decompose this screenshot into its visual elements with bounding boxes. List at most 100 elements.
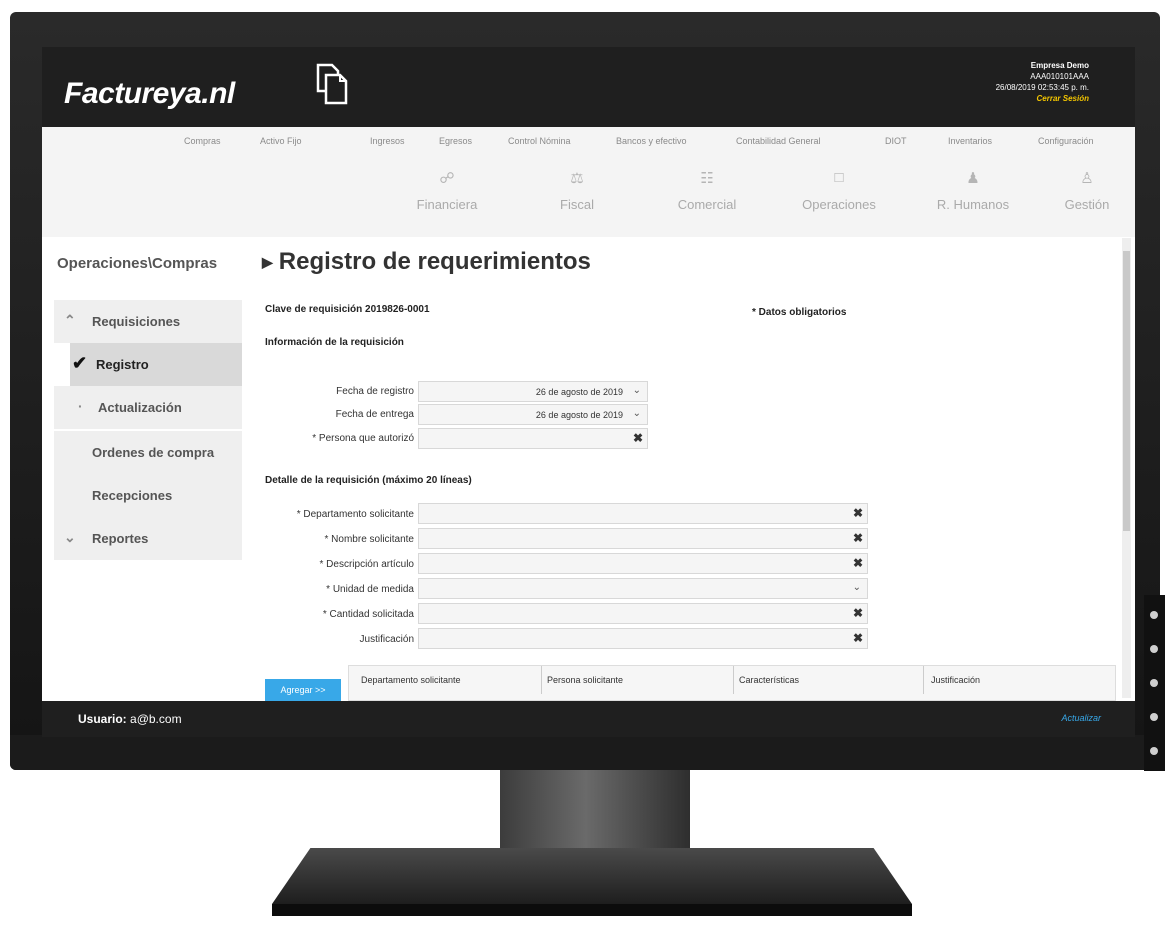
documents-logo-icon bbox=[316, 63, 348, 105]
monitor-button[interactable] bbox=[1150, 713, 1158, 721]
sidebar-item-ordenes-de-compra[interactable]: Ordenes de compra bbox=[54, 431, 242, 474]
fecha-registro-label: Fecha de registro bbox=[336, 386, 414, 397]
persona-autorizo-input[interactable]: ✖ bbox=[418, 428, 648, 449]
monitor-button[interactable] bbox=[1150, 611, 1158, 619]
table-header[interactable]: Justificación bbox=[931, 675, 980, 685]
current-user: Usuario: a@b.com bbox=[78, 712, 182, 726]
module-fiscal[interactable]: ⚖ Fiscal bbox=[522, 169, 632, 212]
sidebar-item-registro[interactable]: ✔ Registro bbox=[70, 343, 242, 386]
requisition-key: Clave de requisición 2019826-0001 bbox=[265, 304, 430, 315]
fecha-entrega-value: 26 de agosto de 2019 bbox=[535, 410, 623, 420]
fecha-entrega-select[interactable]: 26 de agosto de 2019 ⌄ bbox=[418, 404, 648, 425]
menu-item-ingresos[interactable]: Ingresos bbox=[370, 136, 405, 146]
page-title-text: Registro de requerimientos bbox=[278, 248, 591, 275]
sidebar-item-reportes[interactable]: ⌄ Reportes bbox=[54, 517, 242, 560]
departamento-input[interactable]: ✖ bbox=[418, 503, 868, 524]
menu-item-egresos[interactable]: Egresos bbox=[439, 136, 472, 146]
header-info: Empresa Demo AAA010101AAA 26/08/2019 02:… bbox=[996, 60, 1089, 104]
sidebar-item-label: Actualización bbox=[98, 400, 182, 415]
clear-icon[interactable]: ✖ bbox=[853, 506, 863, 520]
module-gestion[interactable]: ♙ Gestión bbox=[1032, 169, 1135, 212]
chevron-down-icon: ⌄ bbox=[852, 582, 861, 593]
descripcion-input[interactable]: ✖ bbox=[418, 553, 868, 574]
logout-link[interactable]: Cerrar Sesión bbox=[996, 93, 1089, 104]
menu-item-control-nomina[interactable]: Control Nómina bbox=[508, 136, 571, 146]
table-header[interactable]: Características bbox=[739, 675, 799, 685]
module-label: Gestión bbox=[1064, 197, 1110, 212]
top-menu: Compras Activo Fijo Ingresos Egresos Con… bbox=[42, 127, 1135, 157]
clear-icon[interactable]: ✖ bbox=[633, 431, 643, 445]
documents-icon: ☷ bbox=[700, 170, 714, 187]
unidad-select[interactable]: ⌄ bbox=[418, 578, 868, 599]
departamento-label: * Departamento solicitante bbox=[296, 509, 414, 520]
chevron-down-icon: ⌄ bbox=[632, 385, 641, 396]
required-fields-note: * Datos obligatorios bbox=[752, 307, 847, 318]
menu-item-activo-fijo[interactable]: Activo Fijo bbox=[260, 136, 302, 146]
monitor-base bbox=[272, 848, 912, 904]
monitor-button[interactable] bbox=[1150, 645, 1158, 653]
sidebar-item-label: Ordenes de compra bbox=[92, 445, 215, 460]
menu-item-compras[interactable]: Compras bbox=[184, 136, 221, 146]
table-header[interactable]: Departamento solicitante bbox=[361, 675, 461, 685]
table-divider bbox=[923, 666, 924, 694]
monitor-base-edge bbox=[272, 904, 912, 916]
menu-item-bancos[interactable]: Bancos y efectivo bbox=[616, 136, 687, 146]
table-header[interactable]: Persona solicitante bbox=[547, 675, 623, 685]
manager-icon: ♙ bbox=[1080, 170, 1094, 187]
justificacion-input[interactable]: ✖ bbox=[418, 628, 868, 649]
vertical-scrollbar[interactable] bbox=[1122, 238, 1131, 698]
sidebar-item-recepciones[interactable]: Recepciones bbox=[54, 474, 242, 517]
sidebar-item-label: Registro bbox=[96, 357, 149, 372]
monitor-icon: □ bbox=[834, 169, 844, 186]
cantidad-label: * Cantidad solicitada bbox=[322, 609, 414, 620]
app-header: Factureya.nl Empresa Demo AAA010101AAA 2… bbox=[42, 47, 1135, 127]
chevron-down-icon: ⌄ bbox=[64, 529, 76, 545]
table-divider bbox=[733, 666, 734, 694]
add-button[interactable]: Agregar >> bbox=[265, 679, 341, 701]
sidebar-item-label: Reportes bbox=[92, 531, 149, 546]
module-label: R. Humanos bbox=[936, 197, 1010, 212]
table-divider bbox=[541, 666, 542, 694]
sidebar-item-requisiciones[interactable]: ⌃ Requisiciones bbox=[54, 300, 242, 343]
refresh-link[interactable]: Actualizar bbox=[1061, 713, 1101, 723]
menu-item-contabilidad[interactable]: Contabilidad General bbox=[736, 136, 821, 146]
user-label: Usuario: bbox=[78, 712, 127, 726]
scrollbar-thumb[interactable] bbox=[1123, 251, 1130, 531]
power-button[interactable] bbox=[1150, 747, 1158, 755]
chevron-down-icon: ⌄ bbox=[632, 408, 641, 419]
monitor-bezel-bottom bbox=[10, 735, 1160, 770]
section-info-title: Información de la requisición bbox=[265, 337, 404, 348]
menu-item-configuracion[interactable]: Configuración bbox=[1038, 136, 1094, 146]
module-label: Fiscal bbox=[560, 197, 594, 212]
app-screen: Factureya.nl Empresa Demo AAA010101AAA 2… bbox=[42, 47, 1135, 737]
nombre-solicitante-input[interactable]: ✖ bbox=[418, 528, 868, 549]
module-comercial[interactable]: ☷ Comercial bbox=[652, 169, 762, 212]
bullet-icon: · bbox=[78, 398, 83, 414]
monitor-side-buttons bbox=[1144, 595, 1165, 771]
section-detail-title: Detalle de la requisición (máximo 20 lín… bbox=[265, 475, 472, 486]
clear-icon[interactable]: ✖ bbox=[853, 606, 863, 620]
descripcion-label: * Descripción artículo bbox=[319, 559, 414, 570]
persona-autorizo-label: * Persona que autorizó bbox=[312, 433, 414, 444]
module-recursos-humanos[interactable]: ♟ R. Humanos bbox=[918, 169, 1028, 212]
session-datetime: 26/08/2019 02:53:45 p. m. bbox=[995, 83, 1089, 92]
cantidad-input[interactable]: ✖ bbox=[418, 603, 868, 624]
clear-icon[interactable]: ✖ bbox=[853, 556, 863, 570]
link-icon: ☍ bbox=[439, 170, 455, 187]
fecha-registro-value: 26 de agosto de 2019 bbox=[535, 387, 623, 397]
clear-icon[interactable]: ✖ bbox=[853, 631, 863, 645]
module-financiera[interactable]: ☍ Financiera bbox=[392, 169, 502, 212]
sidebar-item-label: Recepciones bbox=[92, 488, 173, 503]
menu-item-diot[interactable]: DIOT bbox=[885, 136, 907, 146]
monitor-button[interactable] bbox=[1150, 679, 1158, 687]
page-title: ▶ Registro de requerimientos bbox=[262, 248, 591, 276]
module-label: Operaciones bbox=[802, 197, 876, 212]
scale-icon: ⚖ bbox=[570, 170, 584, 187]
menu-item-inventarios[interactable]: Inventarios bbox=[948, 136, 992, 146]
clear-icon[interactable]: ✖ bbox=[853, 531, 863, 545]
module-operaciones[interactable]: □ Operaciones bbox=[784, 169, 894, 212]
sidebar-item-actualizacion[interactable]: · Actualización bbox=[54, 386, 242, 429]
app-logo[interactable]: Factureya.nl bbox=[64, 77, 235, 111]
fecha-registro-select[interactable]: 26 de agosto de 2019 ⌄ bbox=[418, 381, 648, 402]
checkmark-icon: ✔ bbox=[72, 353, 88, 373]
